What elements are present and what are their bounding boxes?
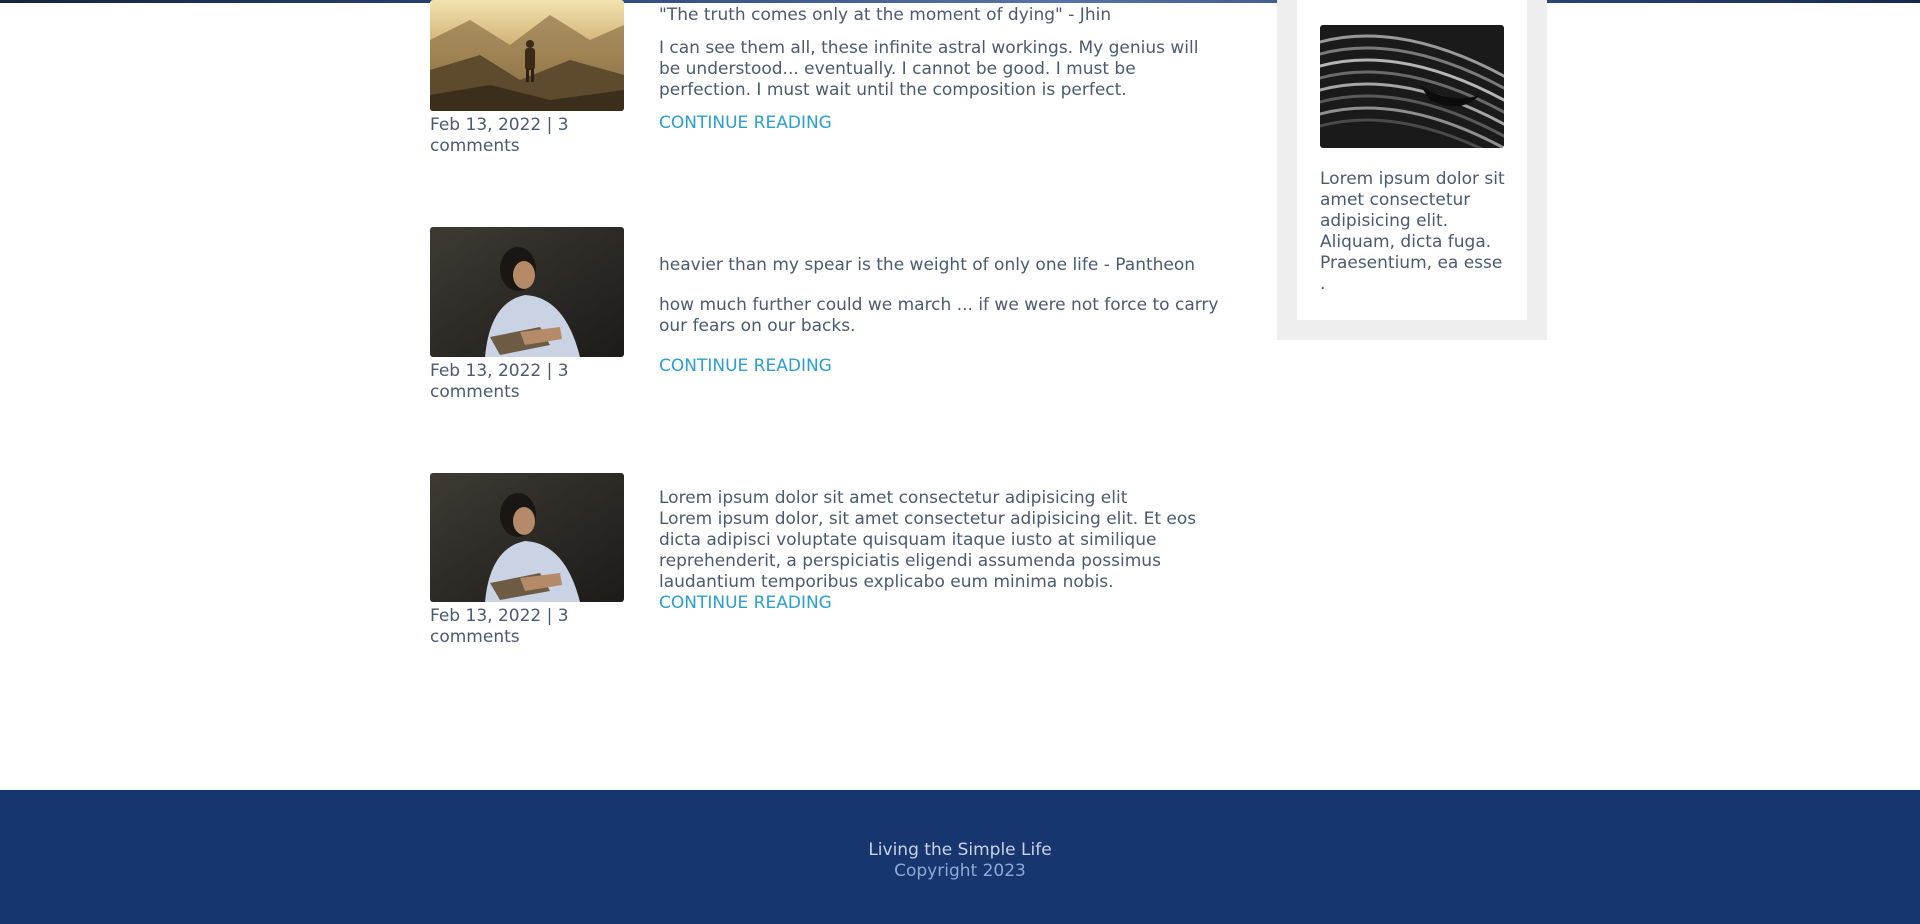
post-title: Lorem ipsum dolor sit amet consectetur a…: [659, 488, 1128, 508]
footer-copyright: Copyright 2023: [894, 861, 1026, 881]
post-content: "The truth comes only at the moment of d…: [659, 5, 1219, 134]
post-title: heavier than my spear is the weight of o…: [659, 255, 1196, 275]
abstract-architecture-image: [1320, 25, 1504, 148]
sidebar-thumbnail[interactable]: [1320, 25, 1504, 148]
sidebar-text: Lorem ipsum dolor sit amet consectetur a…: [1320, 169, 1505, 294]
post-meta: Feb 13, 2022 | 3 comments: [430, 361, 569, 402]
post-excerpt: how much further could we march ... if w…: [659, 295, 1219, 336]
post-thumbnail-woman-reading[interactable]: [430, 473, 624, 602]
continue-reading-link[interactable]: CONTINUE READING: [659, 356, 1219, 377]
sidebar: Lorem ipsum dolor sit amet consectetur a…: [1277, 0, 1547, 340]
post-thumbnail-mountain-hiker[interactable]: [430, 0, 624, 111]
post-title: "The truth comes only at the moment of d…: [659, 5, 1112, 25]
post-content: Lorem ipsum dolor sit amet consectetur a…: [659, 488, 1219, 614]
post-content: heavier than my spear is the weight of o…: [659, 255, 1219, 377]
post-meta: Feb 13, 2022 | 3 comments: [430, 606, 569, 647]
post-excerpt: Lorem ipsum dolor, sit amet consectetur …: [659, 509, 1197, 592]
sidebar-card: Lorem ipsum dolor sit amet consectetur a…: [1297, 0, 1527, 320]
post-thumbnail-woman-reading[interactable]: [430, 227, 624, 357]
continue-reading-link[interactable]: CONTINUE READING: [659, 113, 1219, 134]
header-bottom-edge: [0, 0, 1920, 3]
continue-reading-link[interactable]: CONTINUE READING: [659, 593, 1219, 614]
post-meta: Feb 13, 2022 | 3 comments: [430, 115, 569, 156]
footer-title: Living the Simple Life: [868, 840, 1052, 860]
site-footer: Living the Simple Life Copyright 2023: [0, 790, 1920, 924]
blog-page: Feb 13, 2022 | 3 comments "The truth com…: [0, 0, 1920, 924]
mountain-hiker-image: [430, 0, 624, 111]
woman-reading-image: [430, 227, 624, 357]
woman-reading-image: [430, 473, 624, 602]
post-excerpt: I can see them all, these infinite astra…: [659, 38, 1199, 100]
